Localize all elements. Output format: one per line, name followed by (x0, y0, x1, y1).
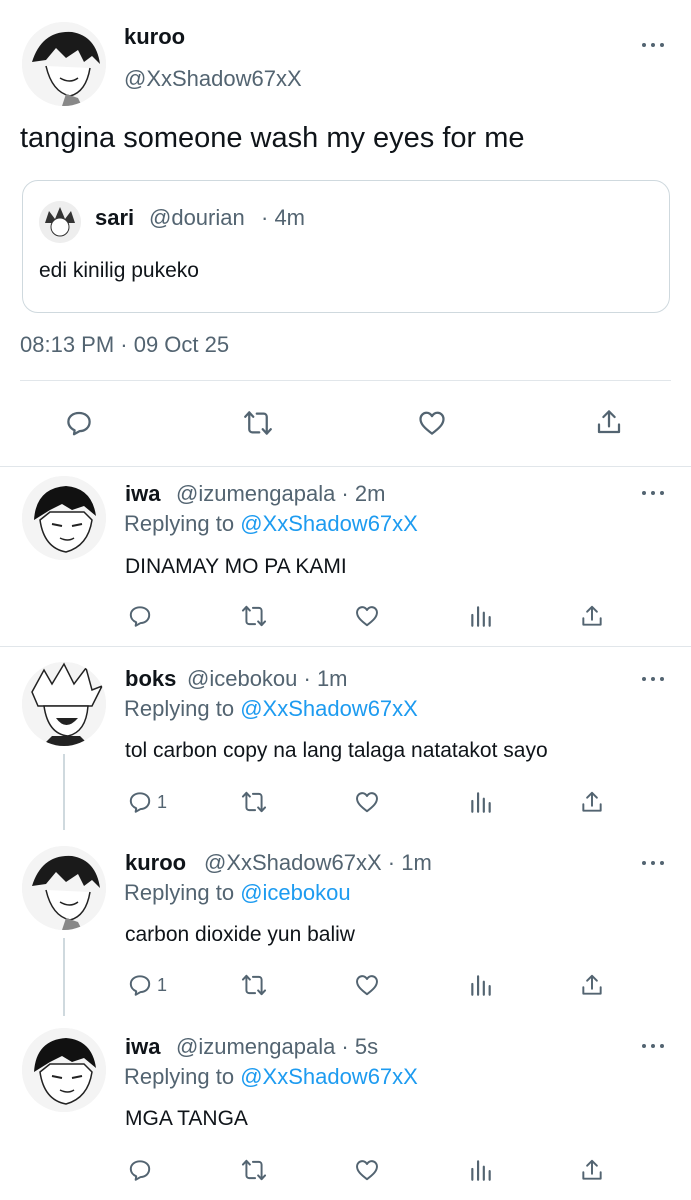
replying-to-line: Replying to @icebokou (124, 880, 351, 906)
analytics-button[interactable] (468, 603, 494, 629)
replying-to-link[interactable]: @XxShadow67xX (240, 696, 418, 721)
reply-icon (129, 792, 151, 813)
analytics-button[interactable] (468, 1157, 494, 1183)
like-icon (356, 975, 378, 996)
retweet-button[interactable] (240, 1157, 268, 1183)
like-button[interactable] (353, 1157, 381, 1183)
analytics-icon (471, 606, 491, 627)
retweet-icon (241, 791, 267, 813)
like-button[interactable] (353, 789, 381, 815)
quoted-author-avatar (39, 201, 81, 243)
reply-button[interactable] (64, 408, 94, 438)
retweet-icon (244, 411, 272, 435)
retweet-icon (241, 974, 267, 996)
reply-button[interactable] (127, 1157, 157, 1183)
divider (0, 646, 691, 647)
share-button[interactable] (579, 602, 605, 630)
retweet-button[interactable] (240, 603, 268, 629)
thread-connector (63, 754, 65, 830)
like-icon (419, 411, 445, 435)
replying-to-link[interactable]: @XxShadow67xX (240, 1064, 418, 1089)
reply-author-name[interactable]: iwa (125, 481, 160, 507)
quoted-time: · 4m (261, 205, 305, 230)
quoted-tweet[interactable]: sari @dourian · 4m edi kinilig pukeko (22, 180, 670, 313)
reply-avatar[interactable] (22, 476, 106, 560)
share-icon (582, 974, 602, 995)
replying-to-label: Replying to (124, 696, 241, 721)
share-icon (582, 791, 602, 812)
replying-to-link[interactable]: @icebokou (240, 880, 350, 905)
analytics-button[interactable] (468, 972, 494, 998)
divider (20, 380, 671, 381)
author-handle[interactable]: @XxShadow67xX (124, 66, 302, 92)
retweet-button[interactable] (242, 408, 274, 438)
tweet-timestamp[interactable]: 08:13 PM · 09 Oct 25 (20, 332, 229, 358)
more-icon[interactable] (640, 40, 670, 50)
retweet-button[interactable] (240, 972, 268, 998)
more-icon[interactable] (640, 488, 670, 498)
like-icon (356, 792, 378, 813)
reply-button[interactable]: 1 (127, 972, 167, 998)
reply-button[interactable] (127, 603, 157, 629)
reply-text: MGA TANGA (125, 1107, 248, 1130)
reply-author-name[interactable]: boks (125, 666, 176, 692)
author-avatar[interactable] (22, 22, 106, 106)
share-button[interactable] (579, 971, 605, 999)
replying-to-label: Replying to (124, 880, 241, 905)
analytics-icon (471, 1160, 491, 1181)
replying-to-label: Replying to (124, 511, 241, 536)
more-icon[interactable] (640, 858, 670, 868)
reply-count: 1 (157, 791, 168, 812)
reply-icon (67, 411, 91, 436)
retweet-icon (241, 1159, 267, 1181)
share-button[interactable] (579, 788, 605, 816)
share-button[interactable] (579, 1156, 605, 1184)
author-name[interactable]: kuroo (124, 24, 185, 50)
like-button[interactable] (353, 972, 381, 998)
share-icon (582, 1159, 602, 1180)
reply-author-handle[interactable]: @XxShadow67xX · 1m (204, 850, 432, 876)
more-icon[interactable] (640, 674, 670, 684)
reply-author-handle[interactable]: @icebokou · 1m (187, 666, 348, 692)
reply-text: tol carbon copy na lang talaga natatakot… (125, 739, 548, 762)
replying-to-line: Replying to @XxShadow67xX (124, 511, 418, 537)
reply-icon (129, 975, 151, 996)
divider (0, 466, 691, 467)
reply-author-handle[interactable]: @izumengapala · 2m (176, 481, 385, 507)
reply-button[interactable]: 1 (127, 789, 167, 815)
reply-author-name[interactable]: kuroo (125, 850, 186, 876)
share-button[interactable] (594, 406, 624, 438)
replying-to-label: Replying to (124, 1064, 241, 1089)
replying-to-line: Replying to @XxShadow67xX (124, 696, 418, 722)
tweet-text: tangina someone wash my eyes for me (20, 122, 525, 154)
thread-connector (63, 938, 65, 1016)
quoted-text: edi kinilig pukeko (39, 259, 199, 282)
reply-icon (129, 1160, 151, 1181)
replying-to-link[interactable]: @XxShadow67xX (240, 511, 418, 536)
reply-avatar[interactable] (22, 846, 106, 930)
analytics-icon (471, 975, 491, 996)
like-button[interactable] (353, 603, 381, 629)
reply-avatar[interactable] (22, 1028, 106, 1112)
quoted-author-handle: @dourian (149, 205, 245, 230)
reply-count: 1 (157, 974, 168, 995)
like-button[interactable] (416, 408, 448, 438)
share-icon (582, 605, 602, 626)
reply-text: DINAMAY MO PA KAMI (125, 555, 347, 578)
retweet-icon (241, 605, 267, 627)
share-icon (597, 410, 621, 434)
analytics-button[interactable] (468, 789, 494, 815)
like-icon (356, 1160, 378, 1181)
reply-author-name[interactable]: iwa (125, 1034, 160, 1060)
reply-avatar[interactable] (22, 662, 106, 746)
more-icon[interactable] (640, 1041, 670, 1051)
reply-text: carbon dioxide yun baliw (125, 923, 355, 946)
retweet-button[interactable] (240, 789, 268, 815)
quoted-author-name: sari (95, 205, 135, 230)
like-icon (356, 606, 378, 627)
analytics-icon (471, 792, 491, 813)
reply-icon (129, 606, 151, 627)
reply-author-handle[interactable]: @izumengapala · 5s (176, 1034, 378, 1060)
replying-to-line: Replying to @XxShadow67xX (124, 1064, 418, 1090)
